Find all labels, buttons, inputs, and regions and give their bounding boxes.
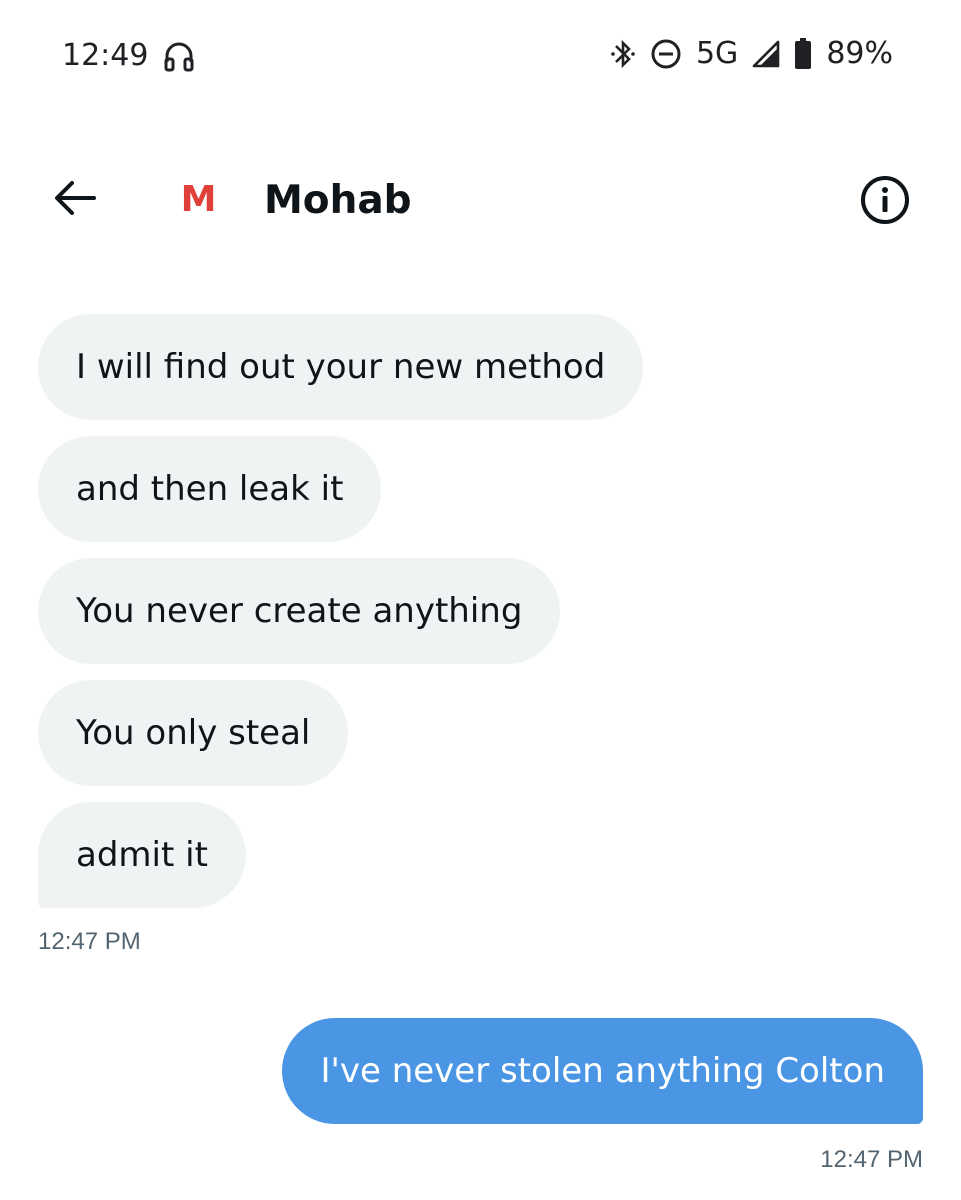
outgoing-message[interactable]: I've never stolen anything Colton	[282, 1018, 923, 1124]
incoming-message[interactable]: You never create anything	[38, 558, 561, 664]
message-thread: I will find out your new method and then…	[0, 0, 961, 1200]
message-text: You never create anything	[76, 591, 523, 631]
message-text: and then leak it	[76, 469, 344, 509]
incoming-message[interactable]: I will find out your new method	[38, 314, 644, 420]
incoming-message[interactable]: and then leak it	[38, 436, 382, 542]
message-text: admit it	[76, 835, 208, 875]
message-text: You only steal	[76, 713, 311, 753]
message-text: I will find out your new method	[76, 347, 606, 387]
incoming-timestamp: 12:47 PM	[38, 928, 141, 955]
message-text: I've never stolen anything Colton	[320, 1051, 885, 1091]
incoming-message[interactable]: admit it	[38, 802, 246, 908]
outgoing-timestamp: 12:47 PM	[820, 1146, 923, 1173]
incoming-message[interactable]: You only steal	[38, 680, 349, 786]
